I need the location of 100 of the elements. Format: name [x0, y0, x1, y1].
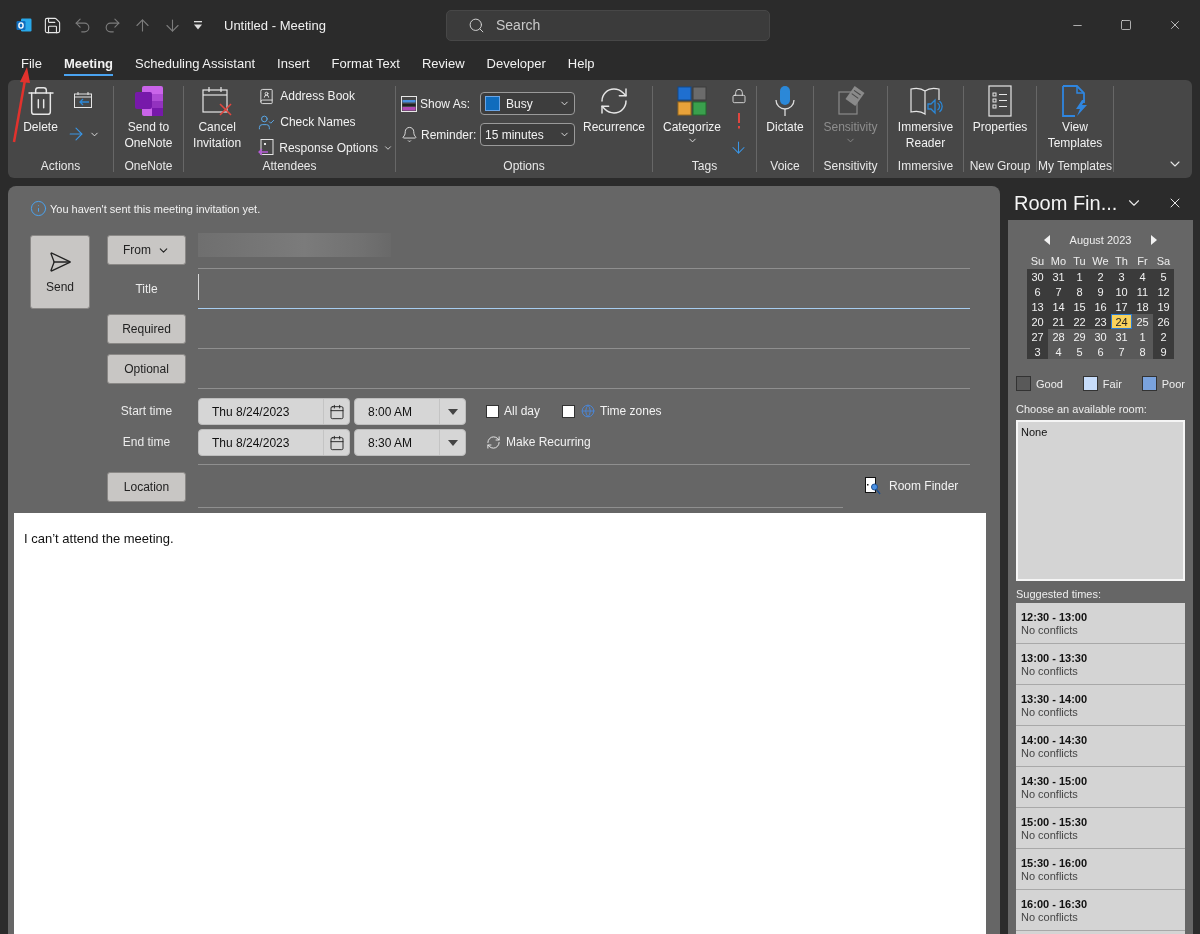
calendar-day[interactable]: 8 [1069, 284, 1090, 299]
calendar-day[interactable]: 12 [1153, 284, 1174, 299]
calendar-day[interactable]: 9 [1153, 344, 1174, 359]
ribbon-tab[interactable]: Insert [267, 51, 320, 77]
book-speaker-icon [908, 86, 943, 116]
ribbon-tab[interactable]: File [11, 51, 52, 77]
calendar-day[interactable]: 22 [1069, 314, 1090, 329]
calendar-day[interactable]: 7 [1048, 284, 1069, 299]
calendar-day[interactable]: 2 [1153, 329, 1174, 344]
calendar-day[interactable]: 2 [1090, 269, 1111, 284]
calendar-day[interactable]: 30 [1027, 269, 1048, 284]
end-date-picker[interactable]: Thu 8/24/2023 [198, 429, 350, 456]
check-names-button[interactable]: Check Names [256, 109, 395, 135]
cancel-invitation-button[interactable]: Cancel Invitation [184, 83, 251, 151]
end-time-dropdown[interactable]: 8:30 AM [354, 429, 466, 456]
delete-button[interactable]: Delete [21, 83, 60, 135]
calendar-day[interactable]: 14 [1048, 299, 1069, 314]
required-button[interactable]: Required [107, 314, 186, 344]
start-time-dropdown[interactable]: 8:00 AM [354, 398, 466, 425]
lock-icon[interactable] [730, 88, 747, 104]
calendar-day[interactable]: 9 [1090, 284, 1111, 299]
address-book-button[interactable]: Address Book [256, 83, 395, 109]
send-button[interactable]: Send [30, 235, 90, 309]
location-button[interactable]: Location [107, 472, 186, 502]
door-search-icon [865, 477, 881, 495]
calendar-day[interactable]: 26 [1153, 314, 1174, 329]
calendar-day[interactable]: 28 [1048, 329, 1069, 344]
calendar-day[interactable]: 16 [1090, 299, 1111, 314]
time-zones-checkbox[interactable] [562, 405, 576, 418]
calendar-day[interactable]: 1 [1069, 269, 1090, 284]
calendar-day[interactable]: 13 [1027, 299, 1048, 314]
reminder-dropdown[interactable]: 15 minutes [480, 123, 575, 146]
calendar-day[interactable]: 15 [1069, 299, 1090, 314]
calendar-day[interactable]: 31 [1048, 269, 1069, 284]
calendar-day[interactable]: 7 [1111, 344, 1132, 359]
calendar-day[interactable]: 27 [1027, 329, 1048, 344]
suggested-time-item[interactable]: 15:00 - 15:30 No conflicts [1016, 808, 1185, 849]
calendar-day[interactable]: 10 [1111, 284, 1132, 299]
calendar-day[interactable]: 31 [1111, 329, 1132, 344]
calendar-day[interactable]: 3 [1111, 269, 1132, 284]
close-icon[interactable] [1168, 18, 1182, 32]
app-logo-icon[interactable] [16, 17, 32, 33]
suggested-time-item[interactable]: 15:30 - 16:00 No conflicts [1016, 849, 1185, 890]
calendar-day[interactable]: 20 [1027, 314, 1048, 329]
calendar-day[interactable]: 30 [1090, 329, 1111, 344]
calendar-day[interactable]: 4 [1048, 344, 1069, 359]
calendar-day[interactable]: 17 [1111, 299, 1132, 314]
make-recurring-button[interactable]: Make Recurring [486, 429, 591, 455]
all-day-checkbox[interactable] [486, 405, 499, 418]
suggested-time-item[interactable]: 13:30 - 14:00 No conflicts [1016, 685, 1185, 726]
calendar-day[interactable]: 23 [1090, 314, 1111, 329]
save-icon[interactable] [43, 15, 62, 35]
customize-toolbar-icon[interactable] [193, 20, 203, 30]
field-label: Show As: [420, 96, 470, 111]
calendar-day[interactable]: 1 [1132, 329, 1153, 344]
show-as-dropdown[interactable]: Busy [480, 92, 575, 115]
room-list-item[interactable]: None [1021, 426, 1048, 438]
suggested-time-item[interactable]: 16:00 - 16:30 No conflicts [1016, 890, 1185, 931]
suggested-time-item[interactable]: 14:30 - 15:00 No conflicts [1016, 767, 1185, 808]
suggested-time-item[interactable]: 13:00 - 13:30 No conflicts [1016, 644, 1185, 685]
immersive-reader-button[interactable]: Immersive Reader [888, 83, 963, 151]
suggested-time-item[interactable]: 12:30 - 13:00 No conflicts [1016, 603, 1185, 644]
calendar-day[interactable]: 18 [1132, 299, 1153, 314]
calendar-day[interactable]: 24 [1111, 314, 1132, 329]
room-finder-button[interactable]: Room Finder [865, 473, 959, 499]
previous-month-icon[interactable] [1043, 235, 1050, 245]
calendar-day[interactable]: 3 [1027, 344, 1048, 359]
message-body[interactable]: I can’t attend the meeting. [14, 513, 986, 934]
ribbon-tab[interactable]: Scheduling Assistant [125, 51, 266, 77]
maximize-icon[interactable] [1120, 19, 1132, 31]
properties-button[interactable]: Properties [970, 83, 1030, 135]
calendar-day[interactable]: 6 [1027, 284, 1048, 299]
calendar-day[interactable]: 5 [1153, 269, 1174, 284]
from-button[interactable]: From [107, 235, 186, 265]
view-templates-button[interactable]: View Templates [1038, 83, 1112, 151]
calendar-day[interactable]: 6 [1090, 344, 1111, 359]
ribbon-tab[interactable]: Format Text [321, 51, 410, 77]
recurrence-button[interactable]: Recurrence [581, 83, 647, 135]
calendar-day[interactable]: 11 [1132, 284, 1153, 299]
calendar-day[interactable]: 5 [1069, 344, 1090, 359]
calendar-day[interactable]: 4 [1132, 269, 1153, 284]
categorize-button[interactable]: Categorize [661, 83, 723, 146]
start-date-picker[interactable]: Thu 8/24/2023 [198, 398, 350, 425]
dictate-button[interactable]: Dictate [764, 83, 806, 135]
ribbon-tab[interactable]: Developer [476, 51, 556, 77]
search-field[interactable]: Search [446, 9, 770, 41]
calendar-day[interactable]: 19 [1153, 299, 1174, 314]
calendar-day[interactable]: 25 [1132, 314, 1153, 329]
next-month-icon[interactable] [1151, 235, 1158, 245]
ribbon-tab[interactable]: Review [411, 51, 475, 77]
calendar-icon [328, 434, 345, 451]
response-options-button[interactable]: Response Options [256, 135, 395, 161]
optional-button[interactable]: Optional [107, 354, 186, 384]
globe-icon [581, 404, 596, 418]
suggested-time-item[interactable]: 14:00 - 14:30 No conflicts [1016, 726, 1185, 767]
calendar-day[interactable]: 8 [1132, 344, 1153, 359]
calendar-day[interactable]: 29 [1069, 329, 1090, 344]
ribbon-tab[interactable]: Help [557, 51, 605, 77]
calendar-day[interactable]: 21 [1048, 314, 1069, 329]
send-to-onenote-button[interactable]: Send to OneNote [114, 83, 183, 151]
